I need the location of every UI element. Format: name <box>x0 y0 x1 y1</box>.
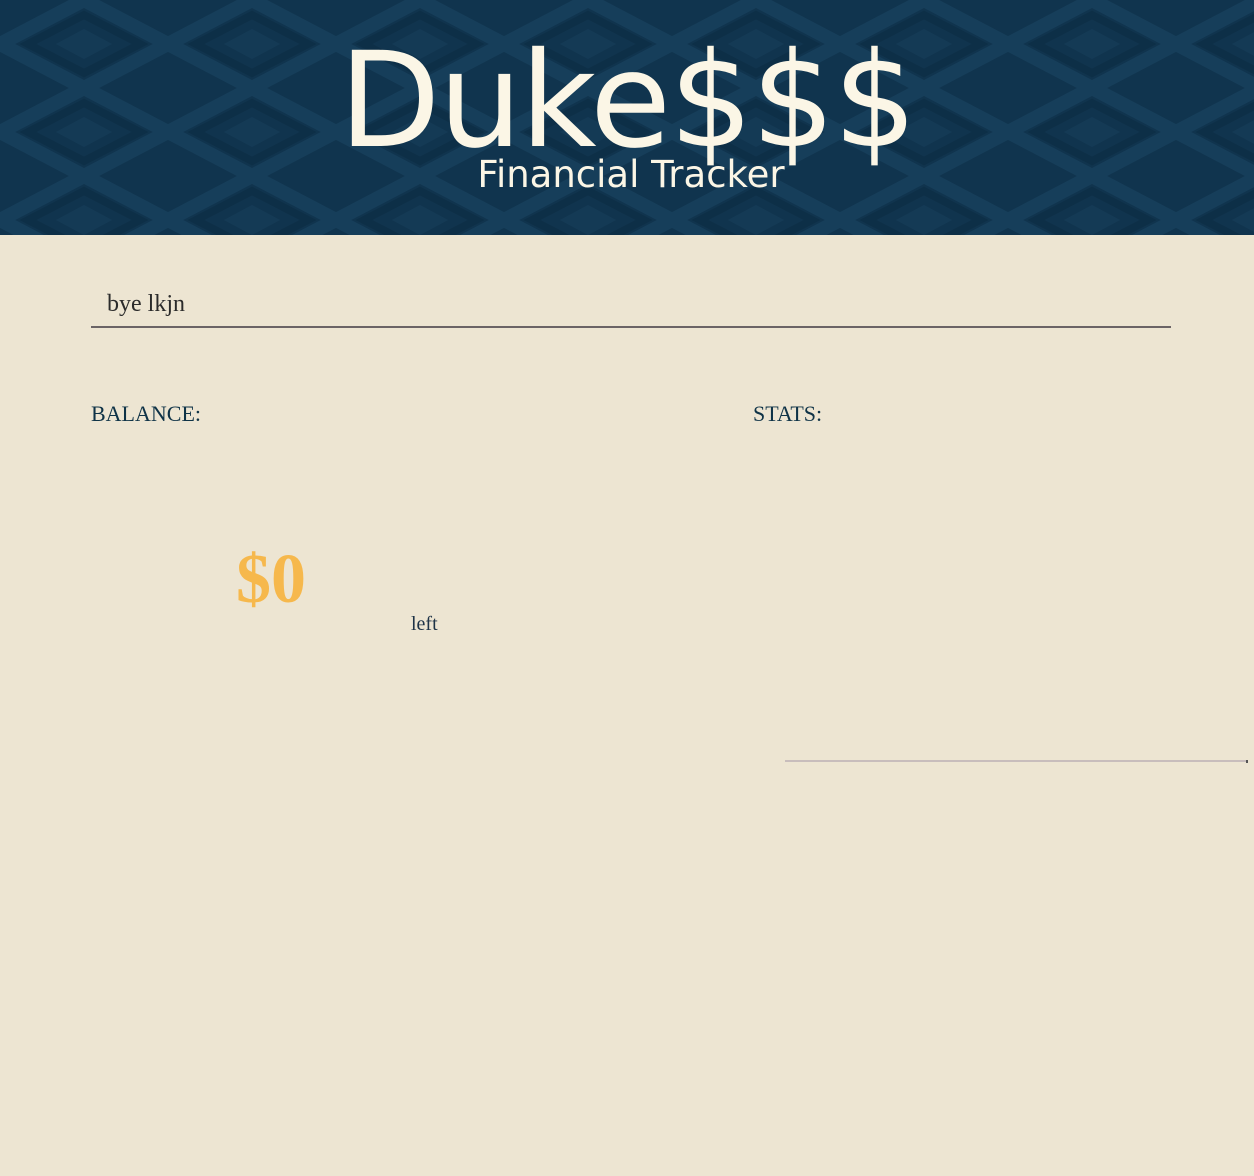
balance-amount: $0 <box>236 541 306 618</box>
balance-suffix: left <box>411 613 438 635</box>
stats-divider-end <box>1246 760 1248 763</box>
balance-label: BALANCE: <box>91 401 201 426</box>
stats-label: STATS: <box>753 401 823 426</box>
stats-divider <box>785 760 1247 762</box>
app-header: Duke$$$ Financial Tracker <box>0 0 1254 235</box>
app-subtitle: Financial Tracker <box>477 153 785 196</box>
name-input[interactable] <box>91 282 1171 328</box>
